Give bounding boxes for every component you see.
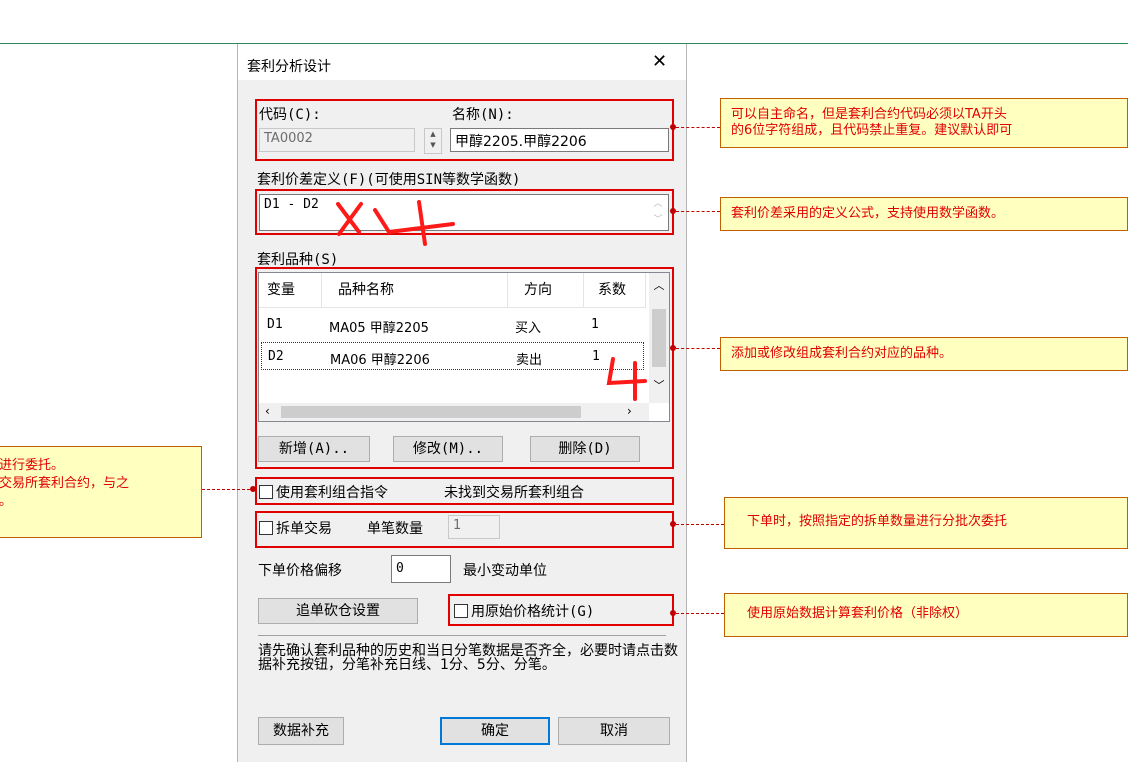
row1-coef: 1 xyxy=(591,317,599,332)
single-qty-field[interactable]: 1 xyxy=(448,515,500,539)
raw-price-checkbox[interactable]: 用原始价格统计(G) xyxy=(454,601,594,621)
ok-button[interactable]: 确定 xyxy=(440,717,550,745)
scroll-left-icon[interactable]: ‹ xyxy=(265,404,270,418)
scroll-up-icon[interactable]: ︿ xyxy=(649,277,669,293)
chase-settings-button[interactable]: 追单砍仓设置 xyxy=(258,598,418,624)
row2-coef: 1 xyxy=(592,349,600,364)
table-row[interactable]: D2 MA06 甲醇2206 卖出 1 xyxy=(261,342,644,370)
horizontal-scrollbar[interactable]: ‹ › xyxy=(259,403,649,421)
code-field[interactable]: TA0002 xyxy=(259,128,415,152)
title-bar: 套利分析设计 ✕ xyxy=(238,44,686,80)
col-header-var[interactable]: 变量 xyxy=(259,273,322,307)
vertical-scrollbar[interactable]: ︿ ﹀ xyxy=(649,273,669,403)
scroll-right-icon[interactable]: › xyxy=(627,404,632,418)
split-annotation: 下单时，按照指定的拆单数量进行分批次委托 xyxy=(724,497,1128,549)
checkbox-icon[interactable] xyxy=(259,521,273,535)
price-offset-field[interactable]: 0 xyxy=(391,555,451,583)
close-icon[interactable]: ✕ xyxy=(652,53,667,71)
formula-label: 套利价差定义(F)(可使用SIN等数学函数) xyxy=(257,172,521,188)
code-label: 代码(C): xyxy=(259,107,321,123)
row1-name: MA05 甲醇2205 xyxy=(329,321,429,336)
split-trade-checkbox[interactable]: 拆单交易 xyxy=(259,518,332,538)
variety-table: 变量 品种名称 方向 系数 D1 MA05 甲醇2205 买入 1 D2 MA0… xyxy=(258,272,670,422)
name-field[interactable]: 甲醇2205.甲醇2206 xyxy=(450,128,669,152)
formula-scrollbar[interactable]: ︿ ﹀ xyxy=(650,196,666,228)
formula-annotation: 套利价差采用的定义公式，支持使用数学函数。 xyxy=(720,197,1128,231)
delete-button[interactable]: 删除(D) xyxy=(530,436,640,462)
row1-direction: 买入 xyxy=(515,321,542,336)
dialog-title: 套利分析设计 xyxy=(247,59,331,75)
add-button[interactable]: 新增(A).. xyxy=(258,436,370,462)
variety-annotation: 添加或修改组成套利合约对应的品种。 xyxy=(720,337,1128,371)
price-offset-label: 下单价格偏移 xyxy=(258,563,342,579)
handwritten-annotation xyxy=(336,200,455,246)
row2-direction: 卖出 xyxy=(516,353,543,368)
raw-price-annotation: 使用原始数据计算套利价格（非除权） xyxy=(724,593,1128,637)
handwritten-annotation xyxy=(606,357,647,401)
scroll-down-icon[interactable]: ﹀ xyxy=(649,377,669,393)
row2-var: D2 xyxy=(268,349,284,364)
arbitrage-design-dialog: 套利分析设计 ✕ 代码(C): 名称(N): TA0002 ▲ ▼ 甲醇2205.… xyxy=(237,44,687,762)
formula-field[interactable]: D1 - D2 xyxy=(259,194,669,231)
combo-annotation: 进行委托。 交易所套利合约，与之。 xyxy=(0,446,202,538)
col-header-name[interactable]: 品种名称 xyxy=(322,273,508,307)
checkbox-icon[interactable] xyxy=(259,485,273,499)
checkbox-icon[interactable] xyxy=(454,604,468,618)
row1-var: D1 xyxy=(267,317,283,332)
variety-label: 套利品种(S) xyxy=(257,252,339,268)
min-tick-label: 最小变动单位 xyxy=(463,563,547,579)
combo-order-checkbox[interactable]: 使用套利组合指令 xyxy=(259,482,388,502)
separator xyxy=(258,635,666,636)
modify-button[interactable]: 修改(M).. xyxy=(393,436,503,462)
combo-order-status: 未找到交易所套利组合 xyxy=(444,485,584,501)
data-fill-button[interactable]: 数据补充 xyxy=(258,717,344,745)
row2-name: MA06 甲醇2206 xyxy=(330,353,430,368)
code-annotation: 可以自主命名，但是套利合约代码必须以TA开头 的6位字符组成，且代码禁止重复。建议… xyxy=(720,98,1128,148)
cancel-button[interactable]: 取消 xyxy=(558,717,670,745)
name-label: 名称(N): xyxy=(452,107,514,123)
col-header-coef[interactable]: 系数 xyxy=(584,273,646,307)
single-qty-label: 单笔数量 xyxy=(367,521,423,537)
col-header-direction[interactable]: 方向 xyxy=(508,273,584,307)
code-spinner[interactable]: ▲ ▼ xyxy=(424,128,442,154)
notice-text: 请先确认套利品种的历史和当日分笔数据是否齐全，必要时请点击数据补充按钮，分笔补充… xyxy=(258,643,678,673)
